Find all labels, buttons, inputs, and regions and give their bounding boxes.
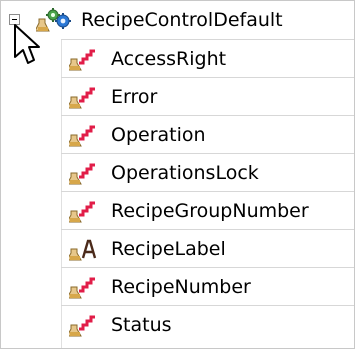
- recipe-tree-panel: RecipeControlDefault AccessRight Error O…: [0, 0, 355, 349]
- tree-item-accessright[interactable]: AccessRight: [61, 39, 354, 77]
- tree-item-label: AccessRight: [111, 48, 227, 70]
- signal-variable-icon: [69, 125, 95, 147]
- text-variable-icon: [69, 239, 97, 261]
- signal-variable-icon: [69, 87, 95, 109]
- tree-item-label: Operation: [111, 124, 206, 146]
- tree-item-recipelabel[interactable]: RecipeLabel: [61, 229, 354, 267]
- tree-item-label: OperationsLock: [111, 162, 259, 184]
- flask-gears-icon: [36, 8, 71, 32]
- tree-item-recipegroupnumber[interactable]: RecipeGroupNumber: [61, 191, 354, 229]
- tree-item-label: RecipeGroupNumber: [111, 200, 309, 222]
- tree-item-status[interactable]: Status: [61, 305, 354, 343]
- tree-item-recipenumber[interactable]: RecipeNumber: [61, 267, 354, 305]
- signal-variable-icon: [69, 49, 95, 71]
- signal-variable-icon: [69, 315, 95, 337]
- mouse-cursor-icon: [14, 24, 40, 64]
- signal-variable-icon: [69, 201, 95, 223]
- tree-item-operationslock[interactable]: OperationsLock: [61, 153, 354, 191]
- signal-variable-icon: [69, 163, 95, 185]
- tree-item-error[interactable]: Error: [61, 77, 354, 115]
- tree-item-label: RecipeLabel: [111, 238, 226, 260]
- tree-node-root[interactable]: RecipeControlDefault: [1, 1, 354, 39]
- tree-item-label: Status: [111, 314, 172, 336]
- tree-node-root-label: RecipeControlDefault: [81, 9, 283, 31]
- tree-item-label: RecipeNumber: [111, 276, 251, 298]
- signal-variable-icon: [69, 277, 95, 299]
- tree-item-operation[interactable]: Operation: [61, 115, 354, 153]
- tree-item-label: Error: [111, 86, 158, 108]
